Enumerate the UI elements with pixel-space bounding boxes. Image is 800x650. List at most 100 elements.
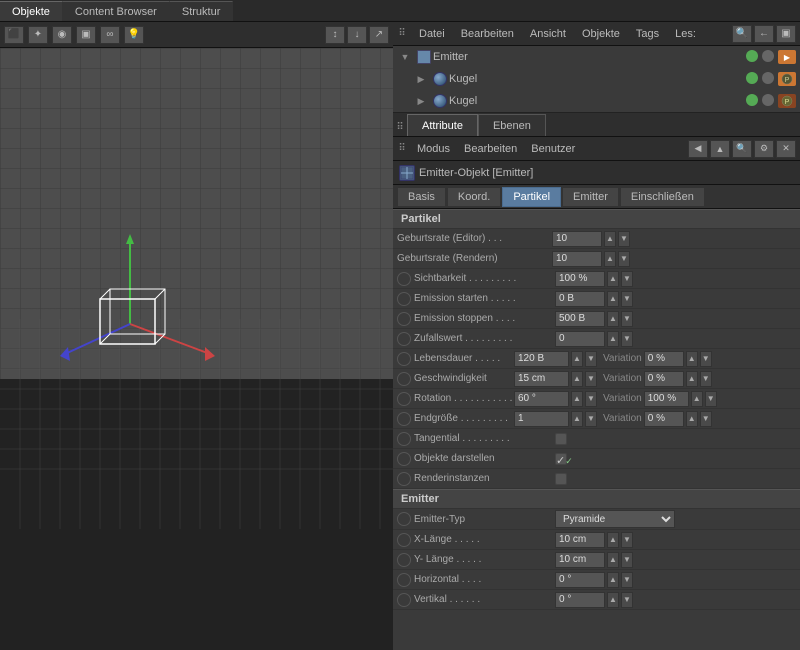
attr-dots: ⠿ [395,118,405,136]
viewport-nav-3[interactable]: ↗ [369,26,389,44]
menu-tags[interactable]: Tags [632,26,663,42]
viewport-canvas[interactable] [0,48,393,650]
viewport-icon-6[interactable]: 💡 [124,26,144,44]
panel-icon[interactable]: ▣ [776,25,796,43]
input-variation-lebensdauer[interactable] [644,351,684,367]
viewport-icon-3[interactable]: ◉ [52,26,72,44]
spin-down-y-laenge[interactable]: ▼ [621,552,633,568]
arrow-left-icon[interactable]: ← [754,25,774,43]
spin-up-geburtsrate-editor[interactable]: ▲ [604,231,616,247]
spin-down-emission-stoppen[interactable]: ▼ [621,311,633,327]
input-geburtsrate-editor[interactable] [552,231,602,247]
expand-icon[interactable]: ▼ [397,49,413,65]
menu-bearbeiten-attr[interactable]: Bearbeiten [460,141,521,157]
spin-up-var-rotation[interactable]: ▲ [691,391,703,407]
input-rotation[interactable] [514,391,569,407]
spin-down-sichtbarkeit[interactable]: ▼ [621,271,633,287]
tab-ebenen[interactable]: Ebenen [478,114,546,136]
input-geschwindigkeit[interactable] [514,371,569,387]
spin-up-x-laenge[interactable]: ▲ [607,532,619,548]
tree-item-kugel-2[interactable]: ▶ Kugel P [393,90,800,112]
viewport-icon-5[interactable]: ∞ [100,26,120,44]
spin-up-geschwindigkeit[interactable]: ▲ [571,371,583,387]
arrow-left-icon-2[interactable]: ◀ [688,140,708,158]
spin-down-endgroesse[interactable]: ▼ [585,411,597,427]
spin-up-endgroesse[interactable]: ▲ [571,411,583,427]
input-variation-endgroesse[interactable] [644,411,684,427]
spin-down-geschwindigkeit[interactable]: ▼ [585,371,597,387]
spin-down-var-endgroesse[interactable]: ▼ [700,411,712,427]
input-emission-stoppen[interactable] [555,311,605,327]
viewport-icon-4[interactable]: ▣ [76,26,96,44]
checkbox-objekte-darstellen[interactable]: ✓ [555,453,567,465]
spin-down-var-lebensdauer[interactable]: ▼ [700,351,712,367]
checkbox-tangential[interactable] [555,433,567,445]
menu-objekte[interactable]: Objekte [578,26,624,42]
spin-down-vertikal[interactable]: ▼ [621,592,633,608]
spin-up-rotation[interactable]: ▲ [571,391,583,407]
search-icon-2[interactable]: 🔍 [732,140,752,158]
input-geburtsrate-rendern[interactable] [552,251,602,267]
spin-down-zufallswert[interactable]: ▼ [621,331,633,347]
tab-objekte[interactable]: Objekte [0,1,63,21]
spin-down-lebensdauer[interactable]: ▼ [585,351,597,367]
input-vertikal[interactable] [555,592,605,608]
viewport-nav-1[interactable]: ↕ [325,26,345,44]
input-y-laenge[interactable] [555,552,605,568]
tab-attribute[interactable]: Attribute [407,114,478,136]
spin-up-sichtbarkeit[interactable]: ▲ [607,271,619,287]
input-zufallswert[interactable] [555,331,605,347]
spin-up-var-lebensdauer[interactable]: ▲ [686,351,698,367]
sub-tab-einschliessen[interactable]: Einschließen [620,187,705,207]
select-emitter-typ[interactable]: Pyramide Kugel Rechteck [555,510,675,528]
spin-up-emission-starten[interactable]: ▲ [607,291,619,307]
menu-benutzer[interactable]: Benutzer [527,141,579,157]
spin-up-var-endgroesse[interactable]: ▲ [686,411,698,427]
spin-up-emission-stoppen[interactable]: ▲ [607,311,619,327]
tree-item-kugel-1[interactable]: ▶ Kugel P [393,68,800,90]
spin-up-vertikal[interactable]: ▲ [607,592,619,608]
spin-up-lebensdauer[interactable]: ▲ [571,351,583,367]
spin-up-y-laenge[interactable]: ▲ [607,552,619,568]
spin-down-x-laenge[interactable]: ▼ [621,532,633,548]
spin-down-horizontal[interactable]: ▼ [621,572,633,588]
viewport-icon-1[interactable]: ⬛ [4,26,24,44]
sub-tab-emitter[interactable]: Emitter [562,187,619,207]
viewport-icon-2[interactable]: ✦ [28,26,48,44]
search-icon[interactable]: 🔍 [732,25,752,43]
menu-datei[interactable]: Datei [415,26,449,42]
input-endgroesse[interactable] [514,411,569,427]
spin-down-geburtsrate-rendern[interactable]: ▼ [618,251,630,267]
input-horizontal[interactable] [555,572,605,588]
spin-down-emission-starten[interactable]: ▼ [621,291,633,307]
spin-up-zufallswert[interactable]: ▲ [607,331,619,347]
menu-bearbeiten[interactable]: Bearbeiten [457,26,518,42]
input-variation-geschwindigkeit[interactable] [644,371,684,387]
sub-tab-partikel[interactable]: Partikel [502,187,561,207]
input-emission-starten[interactable] [555,291,605,307]
spin-up-var-geschwindigkeit[interactable]: ▲ [686,371,698,387]
input-variation-rotation[interactable] [644,391,689,407]
tab-struktur[interactable]: Struktur [170,1,234,21]
arrow-up-icon[interactable]: ▲ [710,140,730,158]
sub-tab-basis[interactable]: Basis [397,187,446,207]
spin-down-var-rotation[interactable]: ▼ [705,391,717,407]
tree-item-emitter[interactable]: ▼ Emitter ▶ [393,46,800,68]
menu-ansicht[interactable]: Ansicht [526,26,570,42]
close-icon[interactable]: ✕ [776,140,796,158]
menu-les[interactable]: Les: [671,26,700,42]
input-lebensdauer[interactable] [514,351,569,367]
spin-down-geburtsrate-editor[interactable]: ▼ [618,231,630,247]
spin-up-geburtsrate-rendern[interactable]: ▲ [604,251,616,267]
sub-tab-koord[interactable]: Koord. [447,187,501,207]
spin-down-rotation[interactable]: ▼ [585,391,597,407]
checkbox-renderinstanzen[interactable] [555,473,567,485]
input-sichtbarkeit[interactable] [555,271,605,287]
input-x-laenge[interactable] [555,532,605,548]
viewport-nav-2[interactable]: ↓ [347,26,367,44]
spin-down-var-geschwindigkeit[interactable]: ▼ [700,371,712,387]
tab-content-browser[interactable]: Content Browser [63,1,170,21]
menu-modus[interactable]: Modus [413,141,454,157]
gear-icon[interactable]: ⚙ [754,140,774,158]
spin-up-horizontal[interactable]: ▲ [607,572,619,588]
